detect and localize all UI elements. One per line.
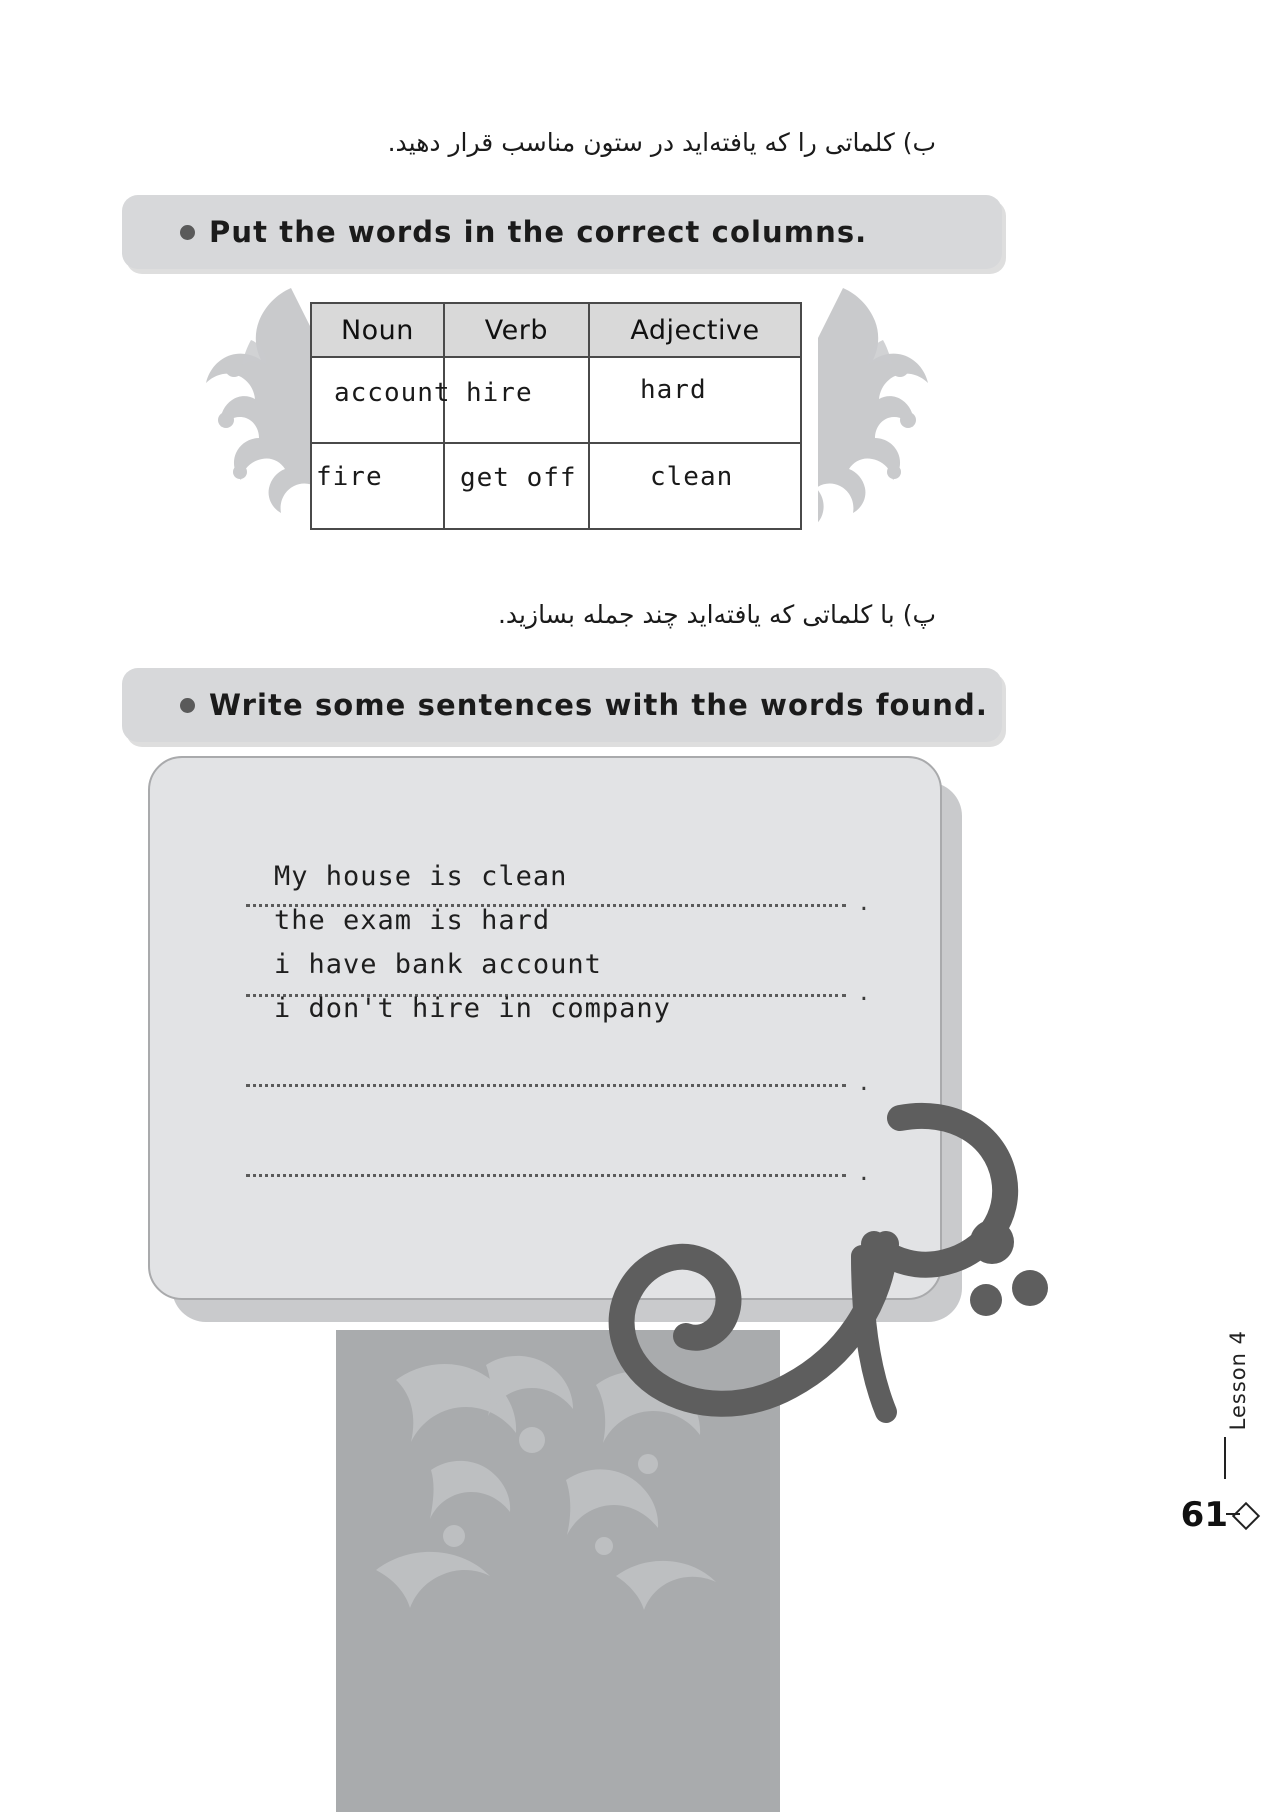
diamond-icon bbox=[1231, 1501, 1261, 1531]
answer-adjective-clean: clean bbox=[650, 462, 734, 492]
persian-prompt-p: پ) با کلماتی که یافته‌اید چند جمله بسازی… bbox=[497, 600, 936, 629]
instruction-text-sentences: Write some sentences with the words foun… bbox=[209, 688, 989, 722]
bullet-icon bbox=[180, 697, 195, 713]
instruction-text-columns: Put the words in the correct columns. bbox=[209, 215, 868, 249]
column-header-noun: Noun bbox=[310, 302, 445, 358]
instruction-banner-sentences: Write some sentences with the words foun… bbox=[122, 668, 1002, 742]
answer-sentence-2: the exam is hard bbox=[274, 905, 551, 936]
answer-verb-get-off: get off bbox=[460, 463, 577, 493]
word-classification-table: Noun Verb Adjective bbox=[310, 302, 803, 530]
page-number: 61 bbox=[1180, 1495, 1228, 1535]
bullet-icon bbox=[180, 224, 195, 240]
line-end-dot-4: . bbox=[859, 1157, 868, 1187]
instruction-banner-columns: Put the words in the correct columns. bbox=[122, 195, 1002, 269]
table-header-row: Noun Verb Adjective bbox=[310, 302, 803, 358]
persian-prompt-b: ب) کلماتی را که یافته‌اید در ستون مناسب … bbox=[387, 128, 936, 157]
column-header-verb: Verb bbox=[442, 302, 590, 358]
ornament-right-icon bbox=[818, 280, 938, 530]
answer-adjective-hard: hard bbox=[640, 375, 707, 405]
writing-line-4[interactable]: . bbox=[246, 1157, 868, 1187]
answer-sentence-3: i have bank account bbox=[274, 949, 602, 980]
line-end-dot-1: . bbox=[859, 887, 868, 917]
answer-sentence-1: My house is clean bbox=[274, 861, 568, 892]
answer-verb-hire: hire bbox=[466, 378, 533, 408]
workbook-page: ب) کلماتی را که یافته‌اید در ستون مناسب … bbox=[0, 0, 1284, 1812]
answer-noun-fire: fire bbox=[316, 462, 383, 492]
lesson-rule-divider bbox=[1224, 1437, 1226, 1479]
line-end-dot-3: . bbox=[859, 1067, 868, 1097]
writing-lines: . . . . My house is clean the exam is ha… bbox=[150, 758, 940, 1298]
lesson-label: Lesson 4 bbox=[1226, 1330, 1250, 1431]
bottom-decorative-band bbox=[336, 1330, 780, 1812]
answer-sentence-4: i don't hire in company bbox=[274, 993, 671, 1024]
ornament-left-icon bbox=[196, 280, 316, 530]
answer-noun-account: account bbox=[334, 378, 451, 408]
column-header-adjective: Adjective bbox=[587, 302, 803, 358]
writing-line-3[interactable]: . bbox=[246, 1067, 868, 1097]
sentence-writing-card[interactable]: . . . . My house is clean the exam is ha… bbox=[148, 756, 942, 1300]
line-end-dot-2: . bbox=[859, 977, 868, 1007]
